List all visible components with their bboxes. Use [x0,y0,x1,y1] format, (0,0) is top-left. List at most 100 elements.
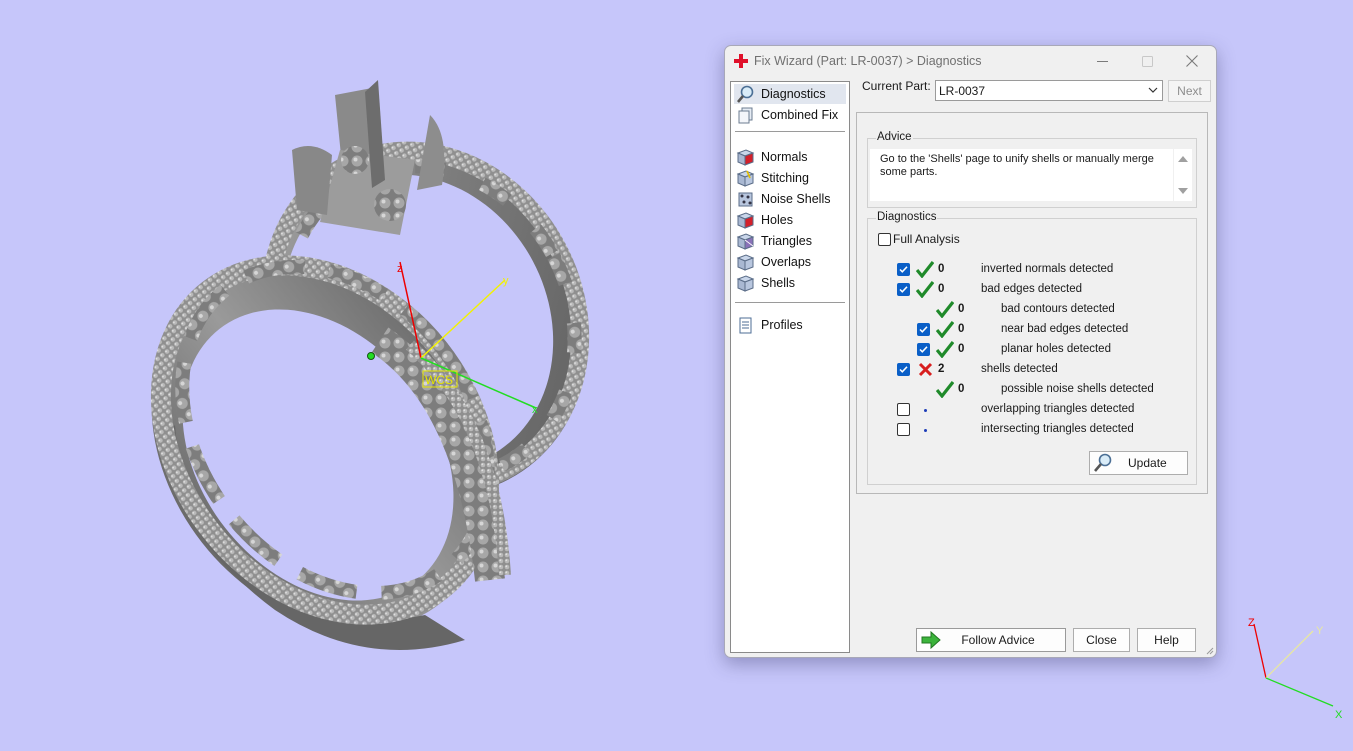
advice-scrollbar[interactable] [1174,149,1192,201]
close-icon [1186,55,1198,67]
holes-cube-icon [736,211,755,229]
follow-advice-label: Follow Advice [961,633,1035,647]
nav-label: Diagnostics [761,87,826,101]
green-check-icon [936,301,954,318]
help-button[interactable]: Help [1137,628,1196,652]
nav-label: Triangles [761,234,812,248]
pending-dot-icon [924,409,927,412]
diag-row-bad-edges: 0 bad edges detected [868,281,1196,300]
stitching-cube-icon [736,169,755,187]
red-cross-icon [734,54,748,68]
wcs-x-label: x [532,404,538,416]
row-label: bad edges detected [981,283,1083,295]
row-checkbox[interactable] [897,403,910,416]
row-count: 0 [958,323,965,335]
ring-model [150,80,590,650]
diag-row-intersecting-triangles: intersecting triangles detected [868,422,1196,440]
row-checkbox[interactable] [897,363,910,376]
checkmark-icon [899,266,908,273]
nav-label: Shells [761,276,796,290]
diag-row-inverted-normals: 0 inverted normals detected [868,261,1196,280]
close-window-button[interactable] [1169,46,1215,76]
maximize-button[interactable] [1124,46,1170,76]
checkmark-icon [899,286,908,293]
diag-row-near-bad-edges: 0 near bad edges detected [868,321,1196,340]
chevron-down-icon [1148,87,1158,93]
row-label: shells detected [981,363,1058,375]
nav-label: Normals [761,150,808,164]
pending-dot-icon [924,429,927,432]
nav-label: Stitching [761,171,809,185]
green-check-icon [936,341,954,358]
row-count: 0 [938,263,945,275]
current-part-value: LR-0037 [939,83,986,98]
row-checkbox[interactable] [897,423,910,436]
scroll-up-icon[interactable] [1178,155,1188,163]
checkmark-icon [919,346,928,353]
full-analysis-checkbox[interactable] [878,233,891,246]
nav-separator [735,131,845,132]
minimize-button[interactable] [1079,46,1125,76]
advice-textbox[interactable]: Go to the 'Shells' page to unify shells … [870,149,1173,201]
nav-item-triangles[interactable]: Triangles [734,231,846,251]
scroll-down-icon[interactable] [1178,187,1188,195]
nav-item-noise-shells[interactable]: Noise Shells [734,189,846,209]
nav-label: Combined Fix [761,108,839,122]
wizard-nav-panel: Diagnostics Combined Fix Normals Stitchi… [730,81,850,653]
diag-row-planar-holes: 0 planar holes detected [868,341,1196,360]
green-arrow-icon [921,631,941,649]
nav-label: Noise Shells [761,192,831,206]
nav-item-stitching[interactable]: Stitching [734,168,846,188]
nav-item-normals[interactable]: Normals [734,147,846,167]
full-analysis-label: Full Analysis [893,232,960,246]
nav-label: Overlaps [761,255,812,269]
row-count: 0 [958,303,965,315]
title-bar[interactable]: Fix Wizard (Part: LR-0037) > Diagnostics [725,46,1216,76]
overlaps-cube-icon [736,253,755,271]
nav-label: Holes [761,213,793,227]
advice-title: Advice [876,131,913,143]
checkmark-icon [899,366,908,373]
nav-item-holes[interactable]: Holes [734,210,846,230]
current-part-select[interactable]: LR-0037 [935,80,1163,101]
red-x-icon [918,362,933,377]
nav-item-diagnostics[interactable]: Diagnostics [734,84,846,104]
current-part-label: Current Part: [862,79,931,93]
diag-row-overlapping-triangles: overlapping triangles detected [868,402,1196,420]
row-count: 0 [938,283,945,295]
nav-item-shells[interactable]: Shells [734,273,846,293]
row-count: 2 [938,363,945,375]
document-icon [739,317,752,333]
row-checkbox[interactable] [917,343,930,356]
green-check-icon [936,321,954,338]
row-checkbox[interactable] [897,263,910,276]
row-label: overlapping triangles detected [981,403,1135,415]
nav-separator [735,302,845,303]
nav-item-combined-fix[interactable]: Combined Fix [734,105,846,125]
triad-z-label: Z [1248,617,1255,629]
normals-cube-icon [736,148,755,166]
nav-item-overlaps[interactable]: Overlaps [734,252,846,272]
window-title: Fix Wizard (Part: LR-0037) > Diagnostics [754,54,982,68]
diag-row-noise-shells: 0 possible noise shells detected [868,381,1196,400]
row-label: bad contours detected [1001,303,1115,315]
advice-text: Go to the 'Shells' page to unify shells … [880,153,1154,178]
nav-label: Profiles [761,318,803,332]
wcs-label: WCS [425,373,453,387]
update-button[interactable]: Update [1089,451,1188,475]
advice-group: Advice Go to the 'Shells' page to unify … [867,131,1197,208]
resize-grip-icon[interactable] [1204,645,1214,655]
row-label: inverted normals detected [981,263,1114,275]
row-label: intersecting triangles detected [981,423,1134,435]
minimize-icon [1096,60,1108,62]
green-check-icon [916,261,934,278]
close-button[interactable]: Close [1073,628,1130,652]
next-button[interactable]: Next [1168,80,1211,102]
row-label: possible noise shells detected [1001,383,1154,395]
nav-item-profiles[interactable]: Profiles [734,315,846,335]
follow-advice-button[interactable]: Follow Advice [916,628,1066,652]
row-checkbox[interactable] [897,283,910,296]
row-checkbox[interactable] [917,323,930,336]
fix-wizard-dialog: Fix Wizard (Part: LR-0037) > Diagnostics… [724,45,1217,658]
orientation-triad: Z Y X [1248,617,1343,721]
